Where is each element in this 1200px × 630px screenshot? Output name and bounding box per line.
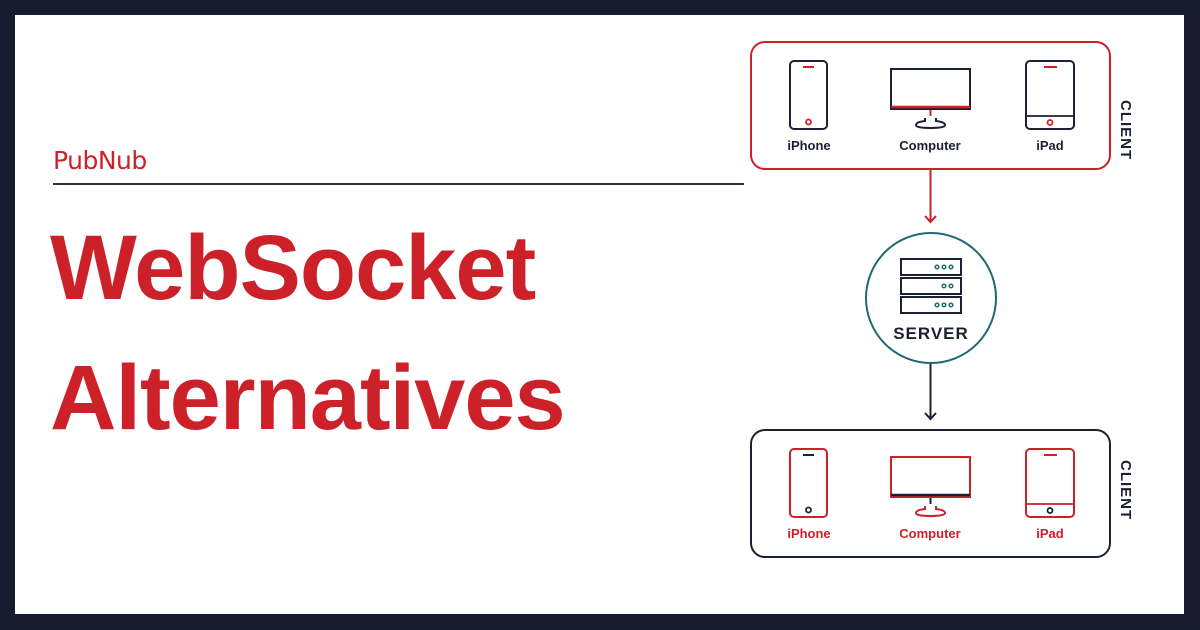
monitor-icon — [890, 68, 971, 130]
device-label-iphone: iPhone — [787, 526, 830, 541]
device-label-ipad: iPad — [1036, 138, 1064, 153]
monitor-icon — [890, 456, 971, 518]
device-label-iphone: iPhone — [787, 138, 830, 153]
top-client-group: iPhone Computer iPad CLIENT — [750, 41, 1134, 170]
arrow-client-to-server — [924, 170, 937, 224]
phone-icon — [789, 448, 828, 518]
arrow-server-to-client — [924, 364, 937, 421]
bottom-client-group: iPhone Computer iPad CLIENT — [750, 429, 1134, 558]
server-label: SERVER — [893, 324, 969, 343]
tablet-icon — [1025, 60, 1075, 130]
client-server-diagram: iPhone Computer iPad CLIENT SERVER iPhon… — [750, 41, 1134, 558]
phone-icon — [789, 60, 828, 130]
server-node: SERVER — [865, 232, 997, 364]
client-label-top: CLIENT — [1117, 100, 1134, 160]
device-label-computer: Computer — [899, 526, 960, 541]
tablet-icon — [1025, 448, 1075, 518]
device-label-computer: Computer — [899, 138, 960, 153]
device-label-ipad: iPad — [1036, 526, 1064, 541]
client-label-bottom: CLIENT — [1117, 460, 1134, 520]
